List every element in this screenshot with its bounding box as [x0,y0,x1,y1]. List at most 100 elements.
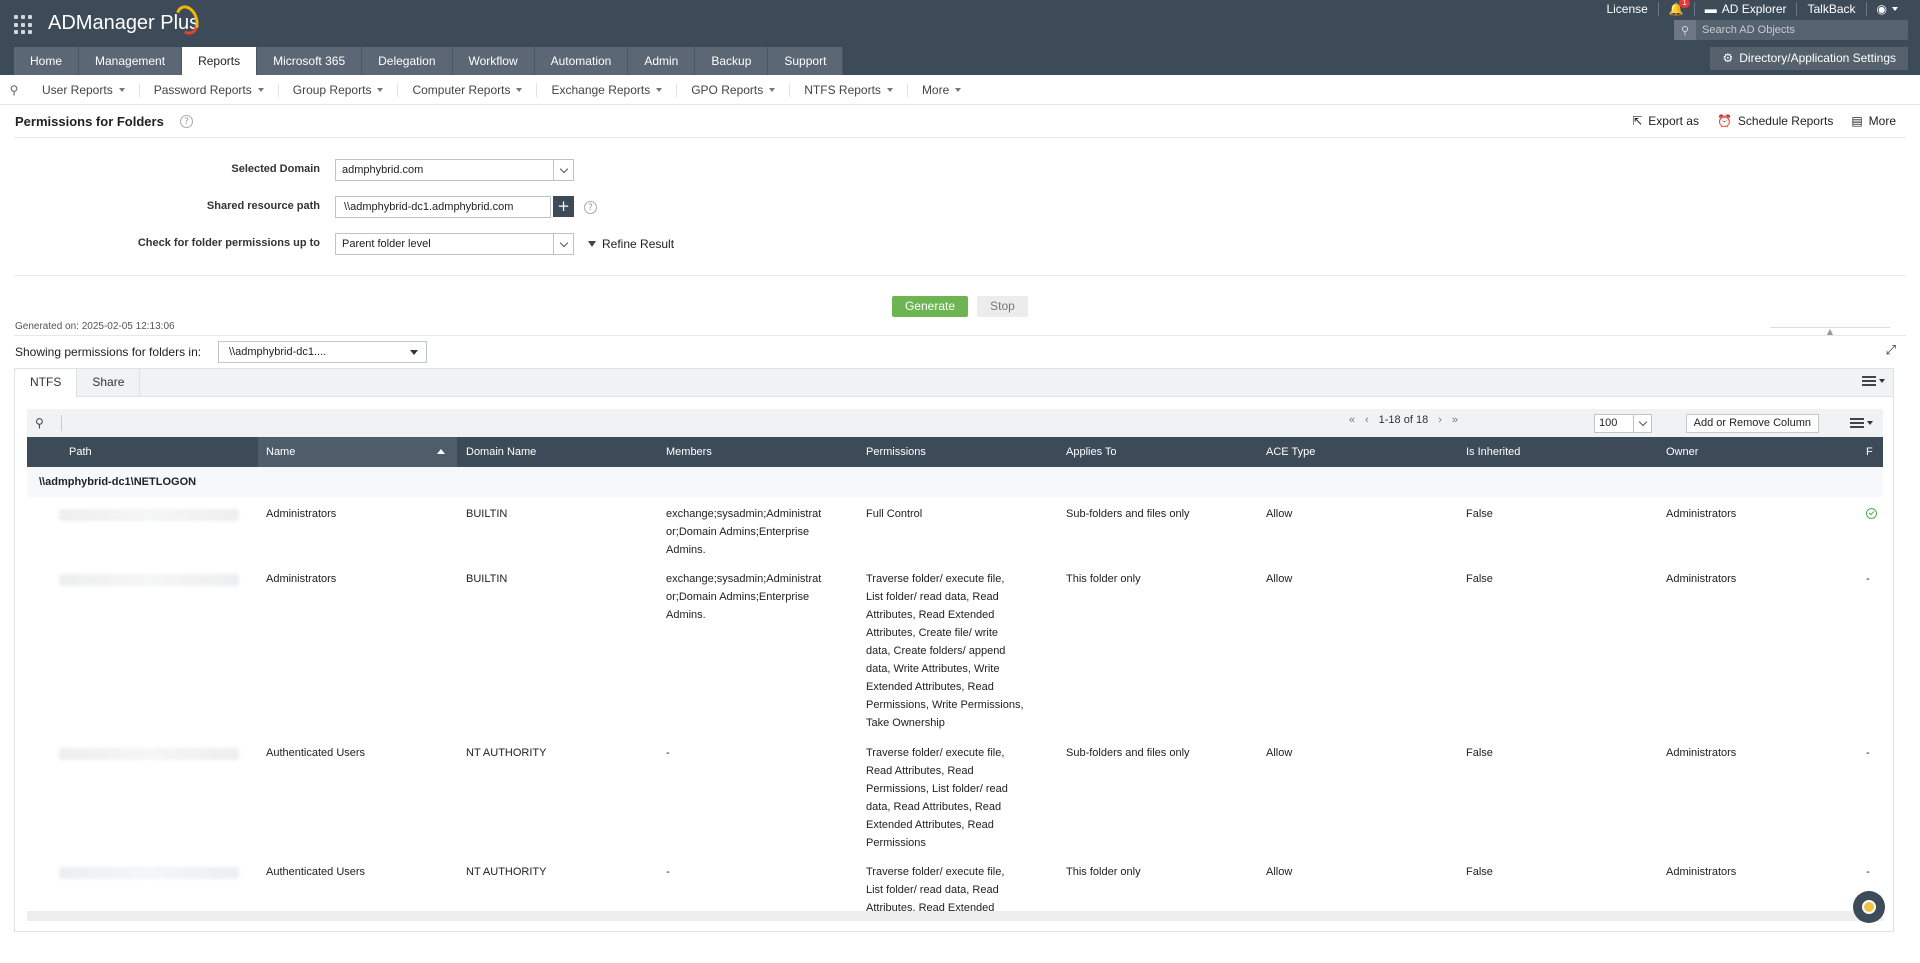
column-is-inherited[interactable]: Is Inherited [1458,437,1657,467]
page-actions: ⇱ Export as ⏰ Schedule Reports ▤ More [1632,114,1896,128]
tab-automation[interactable]: Automation [534,47,629,75]
column-domain-name[interactable]: Domain Name [458,437,657,467]
tab-microsoft-365[interactable]: Microsoft 365 [257,47,363,75]
search-icon[interactable]: ⚲ [35,416,44,430]
collapse-handle[interactable]: ▲ [1770,327,1890,336]
generate-button[interactable]: Generate [892,296,968,317]
column-menu-button[interactable] [1850,418,1873,428]
search-icon[interactable]: ⚲ [1674,20,1696,40]
license-link[interactable]: License [1596,2,1659,16]
tab-admin[interactable]: Admin [628,47,696,75]
tab-support[interactable]: Support [768,47,844,75]
cell-ace-type: Allow [1266,747,1293,759]
cell-permissions-line: Take Ownership [866,717,945,729]
stop-button[interactable]: Stop [977,296,1028,317]
add-path-button[interactable]: + [553,196,574,217]
divider [14,275,1906,276]
column-name[interactable]: Name [258,437,457,467]
divider [14,137,1906,138]
user-icon: ◉ [1876,2,1887,16]
last-page-icon[interactable]: » [1452,414,1458,426]
cell-members: - [658,863,848,881]
cell-members-line: Admins. [666,609,706,621]
subnav-group-reports[interactable]: Group Reports [279,82,399,97]
tab-management[interactable]: Management [79,47,183,75]
tab-workflow[interactable]: Workflow [452,47,535,75]
app-grid-icon[interactable] [14,15,34,35]
prev-page-icon[interactable]: ‹ [1365,414,1369,426]
cell-members-line: - [666,866,670,878]
refine-result-button[interactable]: Refine Result [588,237,674,251]
grid-body: \\admphybrid-dc1\NETLOGON Administrators… [27,467,1883,921]
tab-ntfs[interactable]: NTFS [15,369,78,398]
cell-members-line: or;Domain Admins;Enterprise [666,526,810,538]
column-members[interactable]: Members [658,437,857,467]
table-row[interactable]: Administrators BUILTIN exchange;sysadmin;A… [27,570,1883,744]
user-menu[interactable]: ◉ [1867,2,1908,16]
subnav-ntfs-reports[interactable]: NTFS Reports [790,82,908,97]
chevron-down-icon [656,87,663,92]
subnav-gpo-reports[interactable]: GPO Reports [677,82,791,97]
column-ace-type[interactable]: ACE Type [1258,437,1457,467]
tab-share[interactable]: Share [77,369,141,396]
ad-explorer-link[interactable]: ▬ AD Explorer [1695,2,1798,16]
column-f[interactable]: F [1858,437,1883,467]
cell-name: Administrators [266,573,337,585]
view-menu-button[interactable] [1862,376,1885,386]
per-page-select[interactable]: 100 [1594,414,1652,433]
tab-delegation[interactable]: Delegation [362,47,453,75]
cell-permissions: Traverse folder/ execute file, Read Attri… [858,744,1048,852]
cell-members-line: - [666,747,670,759]
column-owner[interactable]: Owner [1658,437,1857,467]
cell-ace-type: Allow [1266,508,1293,520]
folder-select[interactable]: \\admphybrid-dc1.... [218,341,427,363]
cell-members: exchange;sysadmin;Administrat or;Domain A… [658,570,848,624]
showing-label: Showing permissions for folders in: [15,345,202,359]
directory-settings-button[interactable]: ⚙ Directory/Application Settings [1710,47,1908,70]
level-label: Check for folder permissions up to [137,237,320,249]
chevron-down-icon [516,87,523,92]
tab-home[interactable]: Home [14,47,80,75]
fullscreen-icon[interactable]: ⤢ [1886,343,1896,358]
subnav-user-reports[interactable]: User Reports [28,82,140,97]
redacted-path [59,748,239,760]
subnav-password-reports[interactable]: Password Reports [140,82,279,97]
cell-name: Authenticated Users [266,747,366,759]
ad-search: ⚲ [1674,20,1908,40]
horizontal-scrollbar[interactable] [27,911,1883,921]
sort-ascending-icon [437,449,445,454]
cell-members: - [658,744,848,762]
help-icon[interactable]: ? [180,115,193,128]
folder-level-select[interactable]: Parent folder level [335,233,574,255]
schedule-reports-button[interactable]: ⏰ Schedule Reports [1717,114,1833,128]
help-icon[interactable]: ? [584,201,597,214]
ad-search-input[interactable] [1696,24,1896,36]
talkback-link[interactable]: TalkBack [1797,2,1867,16]
export-as-button[interactable]: ⇱ Export as [1632,114,1699,128]
chat-assistant-button[interactable] [1853,891,1885,923]
cell-permissions: Traverse folder/ execute file, List folde… [858,570,1048,732]
page-title: Permissions for Folders [15,114,164,129]
domain-select[interactable]: admphybrid.com [335,159,574,181]
more-actions-button[interactable]: ▤ More [1851,114,1896,128]
subnav-computer-reports[interactable]: Computer Reports [398,82,538,97]
table-row[interactable]: Administrators BUILTIN exchange;sysadmin;A… [27,505,1883,570]
tab-backup[interactable]: Backup [695,47,769,75]
subnav-more[interactable]: More [908,83,975,97]
column-applies-to[interactable]: Applies To [1058,437,1257,467]
column-path[interactable]: Path [61,437,286,467]
generated-on: Generated on: 2025-02-05 12:13:06 [15,321,175,332]
add-remove-column-button[interactable]: Add or Remove Column [1685,414,1819,433]
column-permissions[interactable]: Permissions [858,437,1057,467]
first-page-icon[interactable]: « [1349,414,1355,426]
cell-permissions-line: Traverse folder/ execute file, [866,573,1005,585]
tab-reports[interactable]: Reports [182,47,258,75]
cell-f: - [1866,747,1870,759]
shared-path-input[interactable]: \\admphybrid-dc1.admphybrid.com [335,196,551,218]
notifications-button[interactable]: 🔔 1 [1659,0,1695,16]
next-page-icon[interactable]: › [1438,414,1442,426]
chevron-down-icon [955,87,962,92]
subnav-exchange-reports[interactable]: Exchange Reports [537,82,678,97]
table-row[interactable]: Authenticated Users NT AUTHORITY - Traverse… [27,744,1883,863]
search-icon[interactable]: ⚲ [0,83,28,97]
